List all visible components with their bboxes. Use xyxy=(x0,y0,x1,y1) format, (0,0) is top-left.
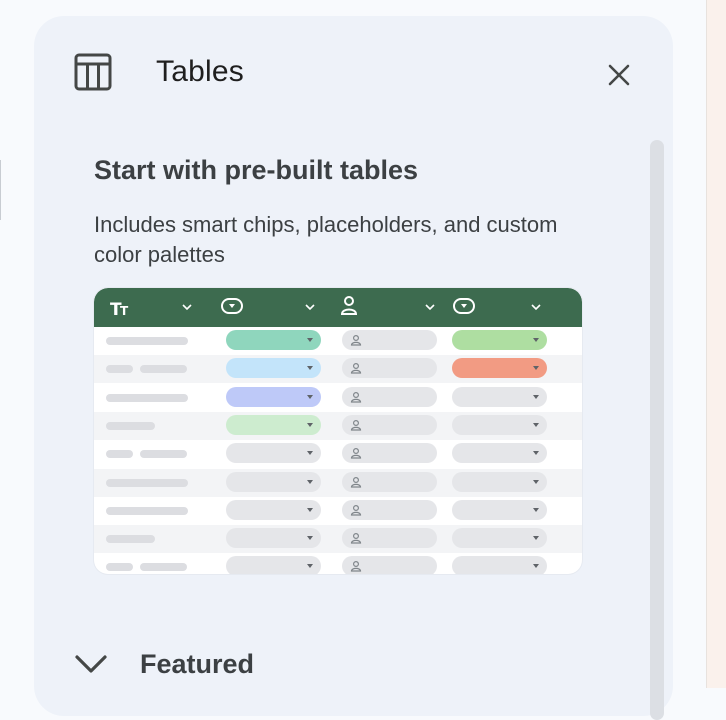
person-chip xyxy=(342,471,437,492)
person-chip xyxy=(342,528,437,549)
featured-label: Featured xyxy=(140,649,255,679)
chevron-down-icon xyxy=(305,304,315,311)
person-icon xyxy=(340,288,358,327)
caret-down-icon xyxy=(533,564,539,569)
text-placeholder xyxy=(106,337,188,345)
dropdown-chip xyxy=(452,414,547,435)
section-heading: Start with pre-built tables xyxy=(94,155,419,185)
dropdown-chip xyxy=(226,499,321,520)
dropdown-chip xyxy=(226,556,321,574)
chevron-down-icon xyxy=(75,655,107,673)
text-placeholder xyxy=(106,365,133,374)
dropdown-chip xyxy=(226,386,321,407)
dropdown-chip xyxy=(226,358,321,379)
table-row xyxy=(94,327,582,355)
person-icon xyxy=(350,504,362,516)
caret-down-icon xyxy=(307,394,313,399)
caret-down-icon xyxy=(307,366,313,371)
caret-down-icon xyxy=(533,366,539,371)
person-icon xyxy=(350,363,362,374)
dropdown-chip-icon xyxy=(221,288,243,327)
caret-down-icon xyxy=(533,394,539,399)
person-chip xyxy=(342,358,437,379)
table-row xyxy=(94,440,582,468)
text-format-icon: T T xyxy=(110,288,130,327)
dropdown-chip xyxy=(452,358,547,379)
table-row xyxy=(94,497,582,525)
dropdown-chip xyxy=(452,386,547,407)
person-chip xyxy=(342,499,437,520)
text-placeholder xyxy=(106,535,155,544)
caret-down-icon xyxy=(533,451,539,456)
dropdown-chip xyxy=(452,443,547,464)
adjacent-window-edge xyxy=(706,0,726,688)
chevron-down-icon xyxy=(425,304,435,311)
person-icon xyxy=(350,476,362,488)
caret-down-icon xyxy=(533,422,539,427)
text-placeholder xyxy=(106,478,188,487)
person-chip xyxy=(342,443,437,464)
text-placeholder xyxy=(140,365,187,374)
person-chip xyxy=(342,414,437,435)
person-icon xyxy=(350,448,362,459)
text-placeholder xyxy=(106,393,188,402)
preview-header-row: T T xyxy=(94,288,582,327)
dropdown-chip xyxy=(452,330,547,350)
text-placeholder xyxy=(140,450,187,459)
person-icon xyxy=(350,391,362,403)
dropdown-chip xyxy=(226,330,321,350)
dropdown-chip xyxy=(226,528,321,549)
table-row xyxy=(94,355,582,384)
person-chip xyxy=(342,330,437,350)
table-template-preview[interactable]: T T xyxy=(94,288,582,574)
left-edge-divider xyxy=(0,160,1,220)
caret-down-icon xyxy=(533,479,539,484)
table-row xyxy=(94,411,582,440)
caret-down-icon xyxy=(307,479,313,484)
featured-section-toggle[interactable]: Featured xyxy=(74,646,474,686)
text-placeholder xyxy=(106,506,188,515)
table-row xyxy=(94,525,582,554)
svg-text:T: T xyxy=(120,304,129,318)
person-icon xyxy=(350,561,362,572)
chevron-down-icon xyxy=(182,304,192,311)
caret-down-icon xyxy=(533,536,539,541)
table-row xyxy=(94,468,582,497)
table-icon xyxy=(74,53,112,91)
caret-down-icon xyxy=(307,507,313,512)
dropdown-chip xyxy=(226,414,321,435)
tables-side-panel: Tables Start with pre-built tables Inclu… xyxy=(34,16,673,720)
text-placeholder xyxy=(106,563,133,572)
dropdown-chip xyxy=(452,556,547,574)
person-chip xyxy=(342,556,437,574)
text-placeholder xyxy=(106,450,133,459)
caret-down-icon xyxy=(307,338,313,342)
close-icon xyxy=(608,64,630,86)
section-description: Includes smart chips, placeholders, and … xyxy=(94,212,558,267)
dropdown-chip-icon xyxy=(453,288,475,327)
panel-title: Tables xyxy=(156,55,244,88)
table-row xyxy=(94,384,582,412)
dropdown-chip xyxy=(452,499,547,520)
dropdown-chip xyxy=(452,471,547,492)
person-icon xyxy=(350,334,362,346)
caret-down-icon xyxy=(533,507,539,512)
caret-down-icon xyxy=(533,338,539,342)
panel-scrollbar[interactable] xyxy=(650,140,664,720)
dropdown-chip xyxy=(226,471,321,492)
table-row xyxy=(94,553,582,574)
close-button[interactable] xyxy=(604,60,634,90)
caret-down-icon xyxy=(307,564,313,569)
person-icon xyxy=(350,419,362,431)
dropdown-chip xyxy=(452,528,547,549)
dropdown-chip xyxy=(226,443,321,464)
chevron-down-icon xyxy=(531,304,541,311)
caret-down-icon xyxy=(307,422,313,427)
person-chip xyxy=(342,386,437,407)
caret-down-icon xyxy=(307,451,313,456)
caret-down-icon xyxy=(307,536,313,541)
person-icon xyxy=(350,533,362,544)
text-placeholder xyxy=(140,563,187,572)
text-placeholder xyxy=(106,421,155,430)
